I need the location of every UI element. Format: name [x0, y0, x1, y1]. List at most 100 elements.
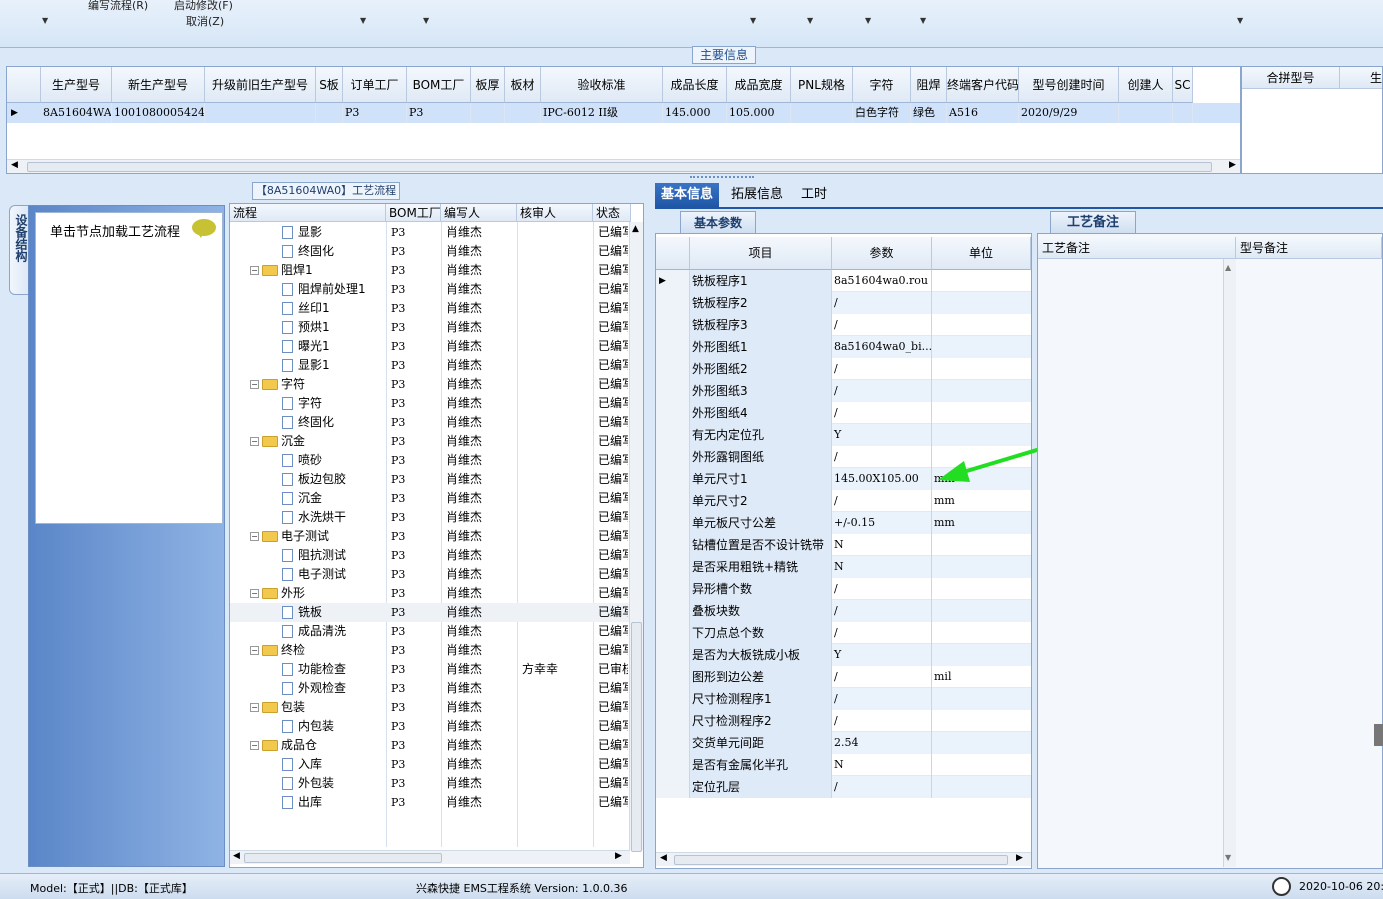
menu-start-modify[interactable]: 启动修改(F) [174, 0, 233, 13]
tree-node[interactable]: − 沉金 P3 肖维杰 已编写 [230, 432, 630, 451]
param-unit-cell[interactable] [932, 380, 1031, 402]
scroll-left-icon[interactable]: ◀ [660, 853, 667, 863]
param-unit-cell[interactable] [932, 292, 1031, 314]
param-unit-cell[interactable] [932, 578, 1031, 600]
param-row[interactable]: 单元尺寸2/mm [656, 490, 1031, 512]
param-unit-cell[interactable] [932, 776, 1031, 798]
param-value-cell[interactable]: / [832, 776, 932, 798]
row-indicator[interactable] [656, 644, 690, 666]
dropdown-arrow-icon[interactable]: ▼ [423, 16, 429, 25]
param-unit-cell[interactable] [932, 710, 1031, 732]
menu-write-process[interactable]: 编写流程(R) [88, 0, 148, 13]
side-grip[interactable] [1374, 724, 1383, 746]
param-row[interactable]: 尺寸检测程序1/ [656, 688, 1031, 710]
row-indicator[interactable] [656, 358, 690, 380]
row-indicator[interactable] [656, 380, 690, 402]
param-value-cell[interactable]: N [832, 556, 932, 578]
param-row[interactable]: 外形图纸1 8a51604wa0_bi... [656, 336, 1031, 358]
row-indicator[interactable] [656, 732, 690, 754]
main-grid-column-header[interactable]: 终端客户代码 [947, 67, 1019, 103]
param-unit-cell[interactable] [932, 622, 1031, 644]
row-indicator[interactable] [656, 424, 690, 446]
param-row[interactable]: 是否有金属化半孔 N [656, 754, 1031, 776]
param-value-cell[interactable]: / [832, 578, 932, 600]
main-grid-cell[interactable]: 145.000 [663, 103, 727, 123]
tree-node[interactable]: 曝光1 P3 肖维杰 已编写 [230, 337, 630, 356]
main-grid-cell[interactable]: 2020/9/29 [1019, 103, 1119, 123]
param-row[interactable]: 下刀点总个数 / [656, 622, 1031, 644]
main-grid-column-header[interactable]: 升级前旧生产型号 [205, 67, 316, 103]
scroll-right-icon[interactable]: ▶ [1016, 853, 1023, 863]
main-grid-column-header[interactable]: BOM工厂 [407, 67, 471, 103]
param-row[interactable]: 异形槽个数 / [656, 578, 1031, 600]
tree-node[interactable]: 功能检查 P3 肖维杰 方幸幸 已审核 [230, 660, 630, 679]
param-row[interactable]: 铣板程序3/ [656, 314, 1031, 336]
main-grid-cell[interactable]: P3 [343, 103, 407, 123]
tree-node[interactable]: 显影1 P3 肖维杰 已编写 [230, 356, 630, 375]
collapse-icon[interactable]: − [250, 741, 259, 750]
param-unit-cell[interactable] [932, 314, 1031, 336]
dropdown-arrow-icon[interactable]: ▼ [42, 16, 48, 25]
col-unit[interactable]: 单位 [932, 237, 1031, 270]
param-row[interactable]: 图形到边公差 / mil [656, 666, 1031, 688]
param-value-cell[interactable]: 145.00X105.00 [832, 468, 932, 490]
main-grid-cell[interactable] [205, 103, 316, 123]
row-indicator[interactable] [656, 622, 690, 644]
col-model-remarks[interactable]: 型号备注 [1236, 237, 1382, 259]
col-param[interactable]: 参数 [832, 237, 932, 270]
param-unit-cell[interactable] [932, 336, 1031, 358]
tree-node[interactable]: 出库 P3 肖维杰 已编写 [230, 793, 630, 812]
main-grid-hscroll[interactable]: ◀ ▶ [7, 159, 1240, 173]
col-process-remarks[interactable]: 工艺备注 [1038, 237, 1236, 259]
tree-node[interactable]: 成品清洗 P3 肖维杰 已编写 [230, 622, 630, 641]
tree-node[interactable]: 终固化 P3 肖维杰 已编写 [230, 413, 630, 432]
param-value-cell[interactable]: N [832, 754, 932, 776]
main-grid-cell[interactable] [316, 103, 343, 123]
splitter-handle[interactable] [690, 176, 754, 181]
param-unit-cell[interactable] [932, 688, 1031, 710]
row-indicator[interactable] [656, 578, 690, 600]
load-process-box[interactable]: 单击节点加载工艺流程 [35, 212, 223, 524]
scroll-thumb[interactable] [244, 853, 442, 863]
tree-node[interactable]: − 包装 P3 肖维杰 已编写 [230, 698, 630, 717]
main-grid-cell[interactable] [471, 103, 505, 123]
param-value-cell[interactable]: / [832, 688, 932, 710]
param-value-cell[interactable]: / [832, 292, 932, 314]
param-row[interactable]: 钻槽位置是否不设计铣带 N [656, 534, 1031, 556]
main-grid-column-header[interactable]: 订单工厂 [343, 67, 407, 103]
param-unit-cell[interactable] [932, 358, 1031, 380]
row-indicator[interactable] [656, 468, 690, 490]
menu-cancel[interactable]: 取消(Z) [186, 13, 224, 29]
row-indicator[interactable] [656, 556, 690, 578]
tab-basic-info[interactable]: 基本信息 [655, 183, 720, 207]
param-row[interactable]: 是否为大板铣成小板 Y [656, 644, 1031, 666]
main-grid-cell[interactable]: IPC-6012 II级 [541, 103, 663, 123]
param-row[interactable]: 外形图纸2/ [656, 358, 1031, 380]
main-grid-column-header[interactable]: S板 [316, 67, 343, 103]
tree-node[interactable]: − 终检 P3 肖维杰 已编写 [230, 641, 630, 660]
main-grid-column-header[interactable]: 生产型号 [41, 67, 112, 103]
tree-node[interactable]: − 阻焊1 P3 肖维杰 已编写 [230, 261, 630, 280]
main-grid-cell[interactable] [505, 103, 541, 123]
param-unit-cell[interactable] [932, 732, 1031, 754]
tree-hscroll[interactable]: ◀ ▶ [230, 850, 630, 864]
main-grid-column-header[interactable]: 新生产型号 [112, 67, 205, 103]
col-bom-factory[interactable]: BOM工厂 [386, 204, 441, 222]
param-row[interactable]: 铣板程序2/ [656, 292, 1031, 314]
tree-node[interactable]: 水洗烘干 P3 肖维杰 已编写 [230, 508, 630, 527]
param-unit-cell[interactable] [932, 600, 1031, 622]
col-process[interactable]: 流程 [230, 204, 386, 222]
main-grid-cell[interactable]: 绿色 [911, 103, 947, 123]
main-grid-column-header[interactable]: 板材 [505, 67, 541, 103]
param-row[interactable]: 单元板尺寸公差 +/-0.15 mm [656, 512, 1031, 534]
tree-node[interactable]: 板边包胶 P3 肖维杰 已编写 [230, 470, 630, 489]
param-row[interactable]: 定位孔层 / [656, 776, 1031, 798]
param-row[interactable]: 外形图纸4/ [656, 402, 1031, 424]
scroll-thumb[interactable] [27, 162, 1212, 172]
main-grid-column-header[interactable]: 成品长度 [663, 67, 727, 103]
process-remarks-text[interactable] [1038, 259, 1224, 867]
param-value-cell[interactable]: 2.54 [832, 732, 932, 754]
collapse-icon[interactable]: − [250, 589, 259, 598]
row-indicator[interactable] [656, 512, 690, 534]
row-indicator[interactable] [656, 292, 690, 314]
